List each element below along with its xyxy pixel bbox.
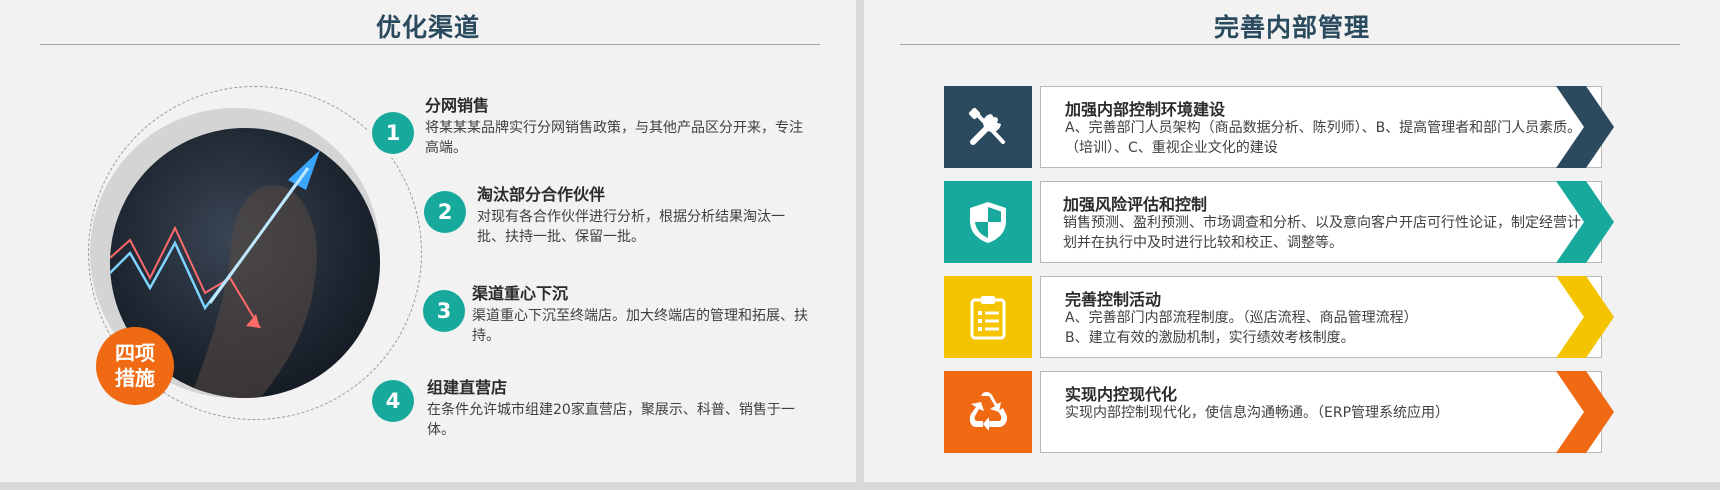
left-panel-title: 优化渠道 [375,13,480,42]
left-title-divider [40,44,820,45]
measure-row-3: 完善控制活动 A、完善部门内部流程制度。（巡店流程、商品管理流程） B、建立有效… [944,276,1644,358]
row-3-desc: A、完善部门内部流程制度。（巡店流程、商品管理流程） B、建立有效的激励机制，实… [1065,310,1418,346]
row-1-desc: A、完善部门人员架构（商品数据分析、陈列师）、B、提高管理者和部门人员素质。（培… [1065,120,1582,156]
step-4-number: 4 [372,380,414,422]
row-2-title: 加强风险评估和控制 [1063,195,1208,214]
step-1-number: 1 [372,112,414,154]
step-1-item: 分网销售 将某某某品牌实行分网销售政策，与其他产品区分开来，专注高端。 [425,92,805,158]
row-1-content-box: 加强内部控制环境建设 A、完善部门人员架构（商品数据分析、陈列师）、B、提高管理… [1040,86,1602,168]
row-1-icon-box [944,86,1032,168]
shield-icon [970,202,1006,243]
row-1-title: 加强内部控制环境建设 [1065,100,1226,119]
step-4-desc: 在条件允许城市组建20家直营店，聚展示、科普、销售于一体。 [427,402,795,438]
right-title-divider [900,44,1680,45]
row-2-desc: 销售预测、盈利预测、市场调查和分析、以及意向客户开店可行性论证，制定经营计划并在… [1063,215,1581,251]
step-2-title: 淘汰部分合作伙伴 [477,185,606,204]
row-2-content-box: 加强风险评估和控制 销售预测、盈利预测、市场调查和分析、以及意向客户开店可行性论… [1040,181,1602,263]
measure-row-1: 加强内部控制环境建设 A、完善部门人员架构（商品数据分析、陈列师）、B、提高管理… [944,86,1644,168]
right-panel-title: 完善内部管理 [1213,13,1370,42]
step-1-title: 分网销售 [425,96,490,115]
row-2-icon-box [944,181,1032,263]
step-2-desc: 对现有各合作伙伴进行分析，根据分析结果淘汰一批、扶持一批、保留一批。 [477,209,785,245]
row-4-title: 实现内控现代化 [1065,385,1178,404]
row-4-desc: 实现内部控制现代化，使信息沟通畅通。（ERP管理系统应用） [1065,405,1450,421]
row-4-content-box: 实现内控现代化 实现内部控制现代化，使信息沟通畅通。（ERP管理系统应用） [1040,371,1602,453]
step-3-number: 3 [423,290,465,332]
right-panel: 完善内部管理 加强内部控制环境建设 A、完善部门人员架构（商品数据分析、陈列师）… [864,0,1720,482]
step-3-desc: 渠道重心下沉至终端店。加大终端店的管理和拓展、扶持。 [472,308,808,344]
measure-row-2: 加强风险评估和控制 销售预测、盈利预测、市场调查和分析、以及意向客户开店可行性论… [944,181,1644,263]
step-2-item: 淘汰部分合作伙伴 对现有各合作伙伴进行分析，根据分析结果淘汰一批、扶持一批、保留… [477,181,857,247]
row-2-chevron [1556,181,1614,263]
step-3-title: 渠道重心下沉 [472,284,569,303]
recycle-icon [969,391,1008,431]
step-1-desc: 将某某某品牌实行分网销售政策，与其他产品区分开来，专注高端。 [425,120,803,156]
row-3-content-box: 完善控制活动 A、完善部门内部流程制度。（巡店流程、商品管理流程） B、建立有效… [1040,276,1602,358]
row-4-chevron [1556,371,1614,453]
measure-row-4: 实现内控现代化 实现内部控制现代化，使信息沟通畅通。（ERP管理系统应用） [944,371,1644,453]
clipboard-icon [970,296,1006,340]
step-3-item: 渠道重心下沉 渠道重心下沉至终端店。加大终端店的管理和拓展、扶持。 [472,280,852,346]
step-2-number: 2 [424,191,466,233]
row-4-icon-box [944,371,1032,453]
left-panel: 优化渠道 四项 措施 1 分网销售 将某某某品牌实行分网销售政策，与其他产品区分… [0,0,856,482]
row-3-title: 完善控制活动 [1065,290,1162,309]
row-3-icon-box [944,276,1032,358]
step-4-item: 组建直营店 在条件允许城市组建20家直营店，聚展示、科普、销售于一体。 [427,374,807,440]
step-4-title: 组建直营店 [427,378,508,397]
row-1-chevron [1556,86,1614,168]
tools-icon [968,107,1005,145]
four-measures-badge: 四项 措施 [96,327,174,405]
row-3-chevron [1556,276,1614,358]
